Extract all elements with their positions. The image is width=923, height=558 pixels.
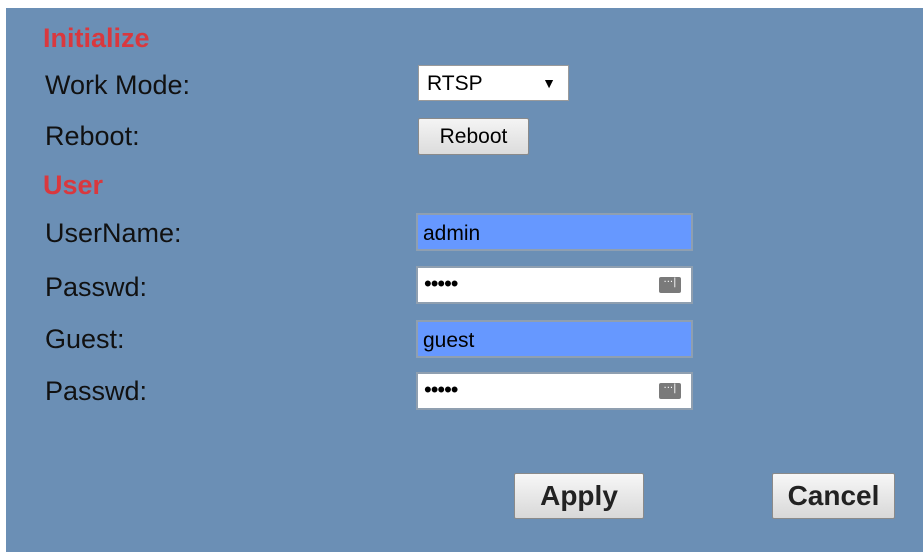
password-input[interactable]: ••••• ···| (416, 266, 693, 304)
password-mask: ••••• (424, 271, 459, 296)
guest-passwd-label: Passwd: (45, 376, 148, 406)
guest-label: Guest: (45, 324, 125, 354)
password-key-icon[interactable]: ···| (659, 277, 681, 293)
guest-password-input[interactable]: ••••• ···| (416, 372, 693, 410)
username-value: admin (423, 222, 481, 245)
work-mode-label: Work Mode: (45, 70, 191, 100)
settings-panel: Initialize Work Mode: RTSP ▼ Reboot: Reb… (6, 8, 923, 552)
apply-button[interactable]: Apply (514, 473, 644, 519)
initialize-heading: Initialize (43, 23, 150, 53)
user-heading: User (43, 170, 104, 200)
passwd-label: Passwd: (45, 272, 148, 302)
guest-input[interactable]: guest (416, 320, 693, 358)
cancel-button[interactable]: Cancel (772, 473, 895, 519)
username-label: UserName: (45, 218, 182, 248)
reboot-label: Reboot: (45, 121, 140, 151)
work-mode-value: RTSP (427, 72, 483, 95)
guest-value: guest (423, 329, 475, 352)
username-input[interactable]: admin (416, 213, 693, 251)
work-mode-select[interactable]: RTSP ▼ (418, 65, 569, 101)
reboot-button[interactable]: Reboot (418, 118, 529, 155)
guest-password-mask: ••••• (424, 377, 459, 402)
chevron-down-icon: ▼ (542, 75, 556, 91)
password-key-icon[interactable]: ···| (659, 383, 681, 399)
